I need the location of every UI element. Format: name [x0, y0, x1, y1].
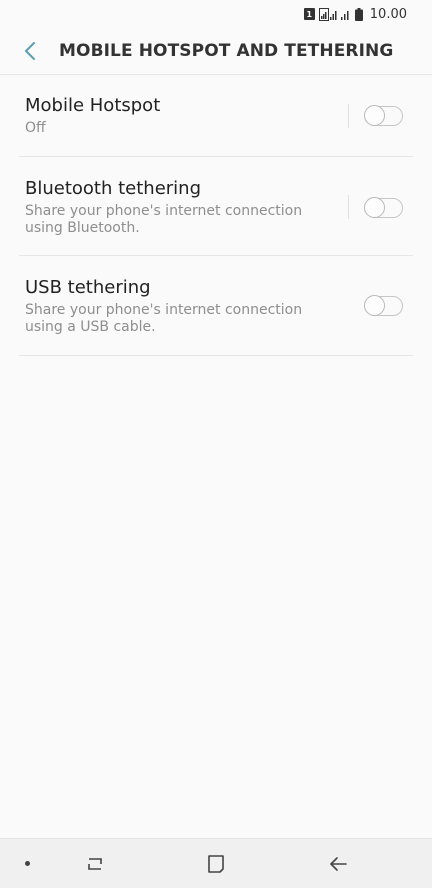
back-button[interactable]	[20, 41, 40, 61]
bluetooth-tethering-toggle[interactable]	[364, 197, 403, 218]
usb-tethering-toggle[interactable]	[364, 295, 403, 316]
page-title: MOBILE HOTSPOT AND TETHERING	[59, 41, 394, 61]
back-nav-button[interactable]	[327, 853, 349, 875]
bluetooth-tethering-row[interactable]: Bluetooth tethering Share your phone's i…	[19, 157, 413, 256]
usb-tethering-row[interactable]: USB tethering Share your phone's interne…	[19, 256, 413, 356]
home-button[interactable]	[205, 853, 227, 875]
settings-list: Mobile Hotspot Off Bluetooth tethering S…	[19, 76, 413, 356]
bluetooth-tethering-description: Share your phone's internet connection u…	[25, 203, 303, 236]
home-icon	[208, 855, 224, 873]
signal-icon	[340, 10, 349, 20]
usb-tethering-label: USB tethering	[25, 277, 151, 298]
recent-apps-icon	[88, 858, 102, 870]
app-header: MOBILE HOTSPOT AND TETHERING	[0, 28, 432, 75]
usb-tethering-description: Share your phone's internet connection u…	[25, 302, 303, 335]
mobile-hotspot-toggle[interactable]	[364, 105, 403, 126]
bluetooth-tethering-label: Bluetooth tethering	[25, 178, 202, 199]
navigation-bar	[0, 838, 432, 888]
row-divider	[348, 195, 349, 219]
mobile-hotspot-row[interactable]: Mobile Hotspot Off	[19, 76, 413, 157]
mobile-hotspot-status: Off	[25, 120, 46, 136]
back-arrow-icon	[330, 857, 347, 871]
sim-icon: 1	[303, 8, 315, 20]
recent-apps-button[interactable]	[84, 853, 106, 875]
battery-icon	[354, 7, 363, 21]
mobile-hotspot-label: Mobile Hotspot	[25, 95, 161, 116]
row-divider	[348, 104, 349, 128]
status-bar: 1 10.00	[0, 0, 432, 28]
status-time: 10.00	[369, 6, 407, 22]
chevron-left-icon	[25, 42, 35, 60]
dot-icon[interactable]	[25, 861, 30, 866]
signal-hd-icon	[318, 7, 337, 21]
